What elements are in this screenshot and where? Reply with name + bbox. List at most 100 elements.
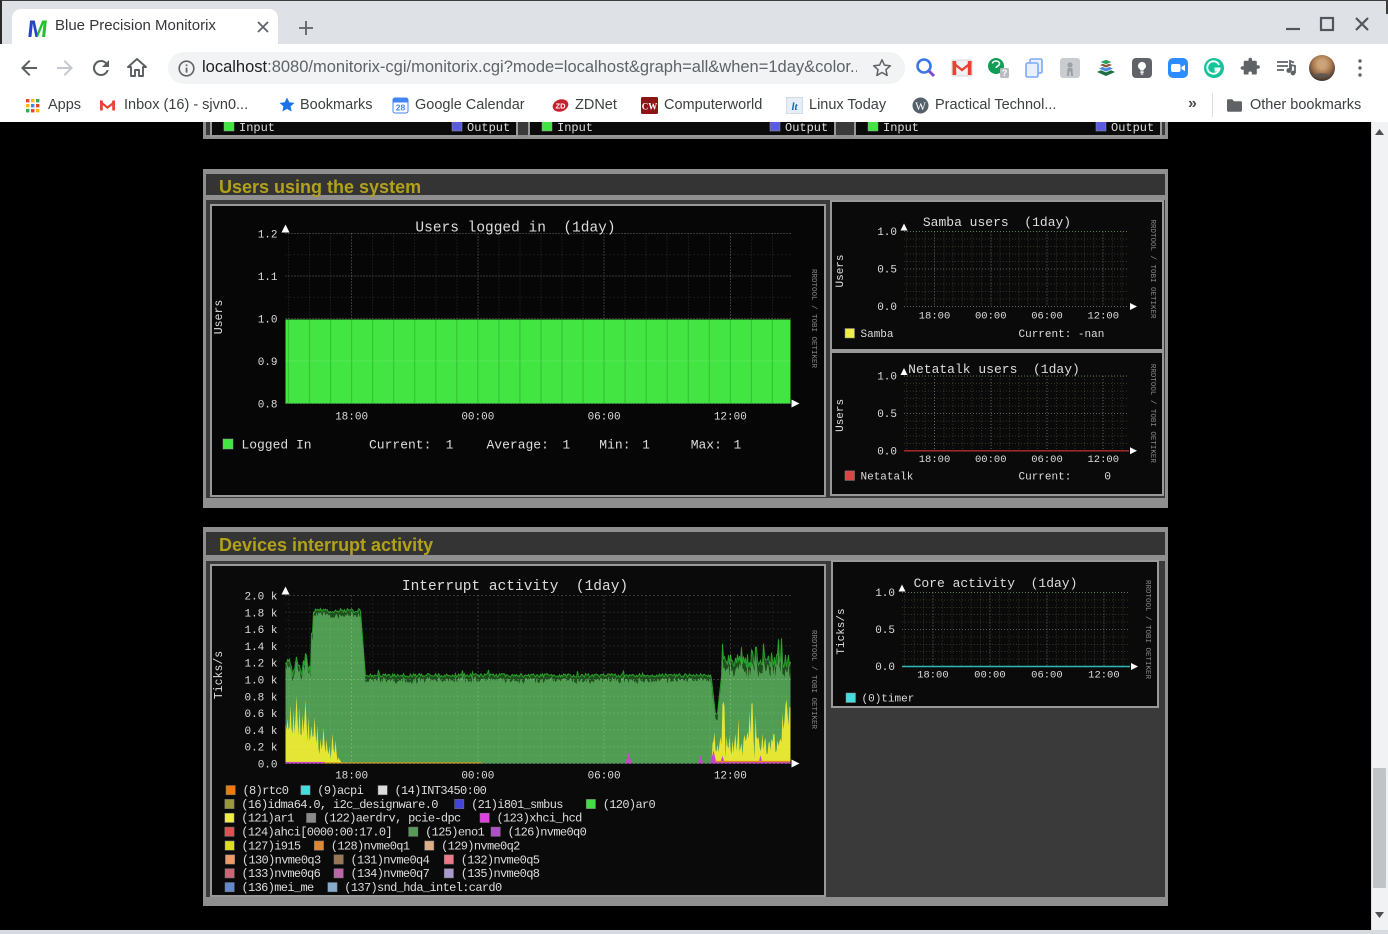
- svg-text:1: 1: [642, 438, 650, 453]
- svg-text:Current:: Current:: [369, 438, 431, 453]
- svg-text:06:00: 06:00: [1031, 670, 1063, 682]
- svg-text:(126)nvme0q0: (126)nvme0q0: [508, 826, 587, 840]
- svg-text:RRDTOOL / TOBI OETIKER: RRDTOOL / TOBI OETIKER: [809, 630, 817, 730]
- svg-text:W: W: [915, 101, 926, 113]
- svg-text:1.4 k: 1.4 k: [244, 642, 277, 654]
- svg-text:1: 1: [562, 438, 570, 453]
- svg-text:12:00: 12:00: [714, 771, 747, 783]
- svg-text:1.2: 1.2: [258, 230, 278, 242]
- svg-text:M: M: [26, 16, 49, 40]
- svg-text:Users: Users: [835, 399, 847, 432]
- svg-text:(127)i915: (127)i915: [242, 839, 301, 853]
- svg-text:1.0 k: 1.0 k: [244, 676, 277, 688]
- svg-text:(128)nvme0q1: (128)nvme0q1: [331, 839, 410, 853]
- svg-text:0.0: 0.0: [877, 446, 897, 458]
- svg-text:0.9: 0.9: [258, 357, 278, 369]
- svg-text:(134)nvme0q7: (134)nvme0q7: [351, 867, 430, 881]
- svg-text:(122)aerdrv, pcie-dpc: (122)aerdrv, pcie-dpc: [323, 812, 461, 826]
- svg-text:ZD: ZD: [556, 102, 567, 111]
- svg-text:(0)timer: (0)timer: [862, 694, 915, 706]
- svg-text:0.5: 0.5: [877, 409, 897, 421]
- svg-text:Output: Output: [467, 122, 510, 135]
- svg-text:00:00: 00:00: [974, 670, 1006, 682]
- svg-text:Core activity (1day): Core activity (1day): [914, 576, 1078, 591]
- svg-text:CW: CW: [642, 102, 658, 112]
- svg-text:1.0: 1.0: [877, 227, 897, 239]
- svg-text:Netatalk users (1day): Netatalk users (1day): [908, 362, 1080, 377]
- svg-text:2.0 k: 2.0 k: [244, 592, 277, 604]
- svg-text:Ticks/s: Ticks/s: [213, 651, 226, 699]
- svg-text:lt: lt: [791, 101, 798, 113]
- svg-text:18:00: 18:00: [919, 311, 951, 323]
- svg-text:(121)ar1: (121)ar1: [241, 812, 294, 826]
- svg-text:06:00: 06:00: [588, 771, 621, 783]
- svg-text:(132)nvme0q5: (132)nvme0q5: [461, 853, 540, 867]
- svg-text:1.2 k: 1.2 k: [244, 659, 277, 671]
- svg-text:Input: Input: [557, 122, 593, 135]
- svg-text:0.5: 0.5: [875, 625, 895, 637]
- svg-text:Input: Input: [239, 122, 275, 135]
- svg-text:1.6 k: 1.6 k: [244, 625, 277, 637]
- svg-text:0.8 k: 0.8 k: [244, 692, 277, 704]
- svg-text:(130)nvme0q3: (130)nvme0q3: [242, 853, 321, 867]
- svg-text:1.0: 1.0: [258, 315, 278, 327]
- svg-text:(136)mei_me: (136)mei_me: [242, 881, 315, 895]
- svg-text:00:00: 00:00: [975, 311, 1007, 323]
- svg-text:0.0: 0.0: [258, 760, 278, 772]
- svg-text:1: 1: [734, 438, 742, 453]
- svg-text:0.2 k: 0.2 k: [244, 743, 277, 755]
- svg-text:Users logged in (1day): Users logged in (1day): [415, 221, 615, 237]
- svg-text:Max:: Max:: [691, 438, 722, 453]
- svg-text:Samba users (1day): Samba users (1day): [923, 215, 1071, 230]
- svg-text:(14)INT3450:00: (14)INT3450:00: [395, 784, 487, 798]
- svg-text:Current: -nan: Current: -nan: [1019, 329, 1105, 341]
- svg-text:18:00: 18:00: [919, 454, 951, 466]
- svg-text:06:00: 06:00: [1031, 454, 1063, 466]
- svg-text:0.4 k: 0.4 k: [244, 726, 277, 738]
- svg-text:Output: Output: [1111, 122, 1154, 135]
- svg-text:00:00: 00:00: [461, 412, 494, 424]
- svg-text:(129)nvme0q2: (129)nvme0q2: [441, 839, 520, 853]
- svg-text:RRDTOOL / TOBI OETIKER: RRDTOOL / TOBI OETIKER: [809, 269, 817, 369]
- svg-text:0.5: 0.5: [877, 265, 897, 277]
- svg-text:RRDTOOL / TOBI OETIKER: RRDTOOL / TOBI OETIKER: [1148, 219, 1156, 319]
- svg-text:Current: 0: Current: 0: [1019, 471, 1111, 483]
- svg-text:Logged In: Logged In: [241, 438, 311, 453]
- svg-text:(137)snd_hda_intel:card0: (137)snd_hda_intel:card0: [344, 881, 502, 895]
- svg-text:(21)i801_smbus: (21)i801_smbus: [471, 798, 563, 812]
- svg-text:0.0: 0.0: [877, 302, 897, 314]
- svg-text:(124)ahci[0000:00:17.0]: (124)ahci[0000:00:17.0]: [241, 826, 392, 840]
- svg-text:Users: Users: [213, 300, 226, 335]
- svg-text:RRDTOOL / TOBI OETIKER: RRDTOOL / TOBI OETIKER: [1143, 580, 1151, 680]
- svg-text:Users: Users: [835, 254, 847, 287]
- svg-text:12:00: 12:00: [1088, 670, 1120, 682]
- svg-text:1.8 k: 1.8 k: [244, 608, 277, 620]
- svg-text:Average:: Average:: [487, 438, 549, 453]
- svg-text:1.0: 1.0: [875, 588, 895, 600]
- svg-text:(131)nvme0q4: (131)nvme0q4: [351, 853, 430, 867]
- svg-text:Output: Output: [785, 122, 828, 135]
- svg-text:(133)nvme0q6: (133)nvme0q6: [242, 867, 321, 881]
- svg-text:0.8: 0.8: [258, 400, 278, 412]
- svg-text:Input: Input: [883, 122, 919, 135]
- svg-text:RRDTOOL / TOBI OETIKER: RRDTOOL / TOBI OETIKER: [1148, 364, 1156, 464]
- svg-text:Samba: Samba: [861, 329, 894, 341]
- svg-text:12:00: 12:00: [1087, 311, 1119, 323]
- svg-text:Interrupt activity (1day): Interrupt activity (1day): [402, 579, 628, 595]
- svg-text:Min:: Min:: [599, 438, 630, 453]
- svg-text:12:00: 12:00: [714, 412, 747, 424]
- svg-text:00:00: 00:00: [461, 771, 494, 783]
- svg-text:1.1: 1.1: [258, 272, 278, 284]
- svg-text:18:00: 18:00: [335, 771, 368, 783]
- svg-text:(8)rtc0: (8)rtc0: [243, 784, 289, 798]
- svg-text:?: ?: [1002, 68, 1008, 78]
- svg-text:0.6 k: 0.6 k: [244, 709, 277, 721]
- svg-text:(9)acpi: (9)acpi: [317, 784, 363, 798]
- svg-text:(16)idma64.0, i2c_designware.0: (16)idma64.0, i2c_designware.0: [241, 798, 438, 812]
- svg-text:06:00: 06:00: [588, 412, 621, 424]
- svg-text:Netatalk: Netatalk: [861, 471, 914, 483]
- svg-text:06:00: 06:00: [1031, 311, 1063, 323]
- svg-text:(120)ar0: (120)ar0: [603, 798, 656, 812]
- svg-text:18:00: 18:00: [335, 412, 368, 424]
- svg-text:12:00: 12:00: [1087, 454, 1119, 466]
